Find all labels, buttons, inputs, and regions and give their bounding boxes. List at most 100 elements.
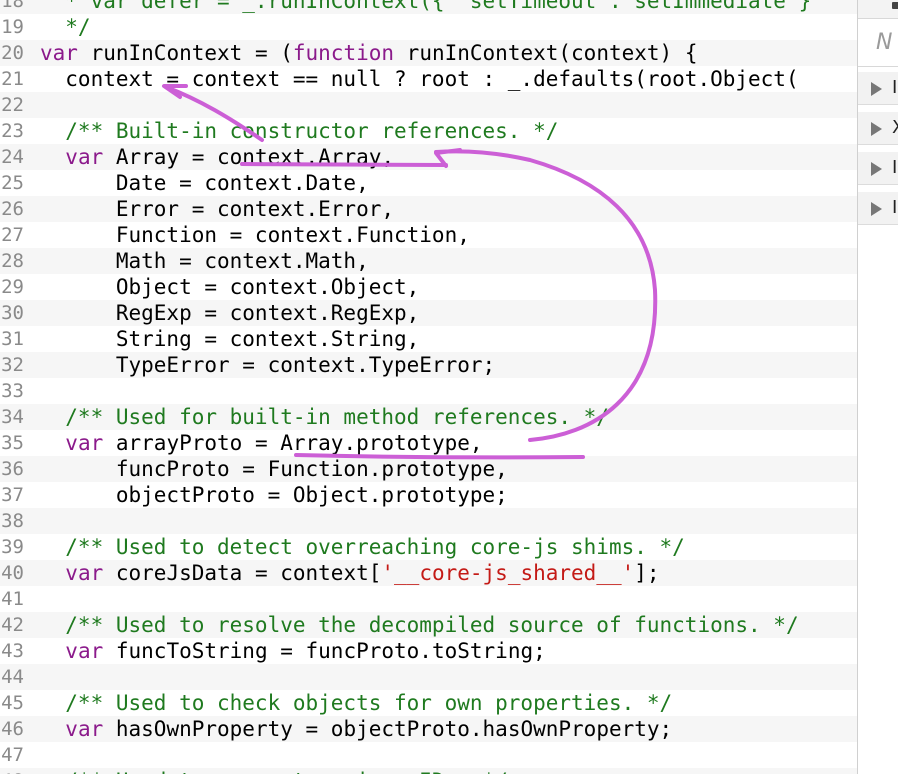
code-line[interactable]: 44 <box>0 664 857 690</box>
keyword-token: var <box>40 41 78 65</box>
code-line[interactable]: 34 /** Used for built-in method referenc… <box>0 404 857 430</box>
code-line[interactable]: 41 <box>0 586 857 612</box>
inspector-section-2[interactable]: X <box>858 112 898 145</box>
line-number: 20 <box>1 42 24 64</box>
code-lines: 18 * var defer = _.runInContext({ 'setTi… <box>0 0 857 774</box>
code-line[interactable]: 33 <box>0 378 857 404</box>
code-token: String = context.String, <box>40 327 420 351</box>
code-text: */ <box>40 14 90 40</box>
code-text: * var defer = _.runInContext({ 'setTimeo… <box>40 0 811 14</box>
code-text: Error = context.Error, <box>40 196 394 222</box>
code-line[interactable]: 28 Math = context.Math, <box>0 248 857 274</box>
code-text: /** Used for built-in method references.… <box>40 404 609 430</box>
line-number: 48 <box>0 768 24 774</box>
code-text: context = context == null ? root : _.def… <box>40 66 798 92</box>
code-text: Math = context.Math, <box>40 248 369 274</box>
code-token: runInContext(context) { <box>394 41 698 65</box>
code-text: /** Used to check objects for own proper… <box>40 690 672 716</box>
code-text: var funcToString = funcProto.toString; <box>40 638 545 664</box>
code-line[interactable]: 32 TypeError = context.TypeError; <box>0 352 857 378</box>
code-text: /** Used to generate unique IDs. */ <box>40 768 508 774</box>
code-text: var Array = context.Array, <box>40 144 394 170</box>
line-number: 33 <box>1 380 24 402</box>
code-text: Object = context.Object, <box>40 274 419 300</box>
keyword-token: var <box>65 639 104 663</box>
inspector-section-label: I <box>892 197 898 218</box>
code-line[interactable]: 27 Function = context.Function, <box>0 222 857 248</box>
code-line[interactable]: 29 Object = context.Object, <box>0 274 857 300</box>
code-line[interactable]: 30 RegExp = context.RegExp, <box>0 300 857 326</box>
code-line[interactable]: 36 funcProto = Function.prototype, <box>0 456 857 482</box>
code-line[interactable]: 45 /** Used to check objects for own pro… <box>0 690 857 716</box>
inspector-section-4[interactable]: I <box>858 192 898 225</box>
keyword-token: function <box>292 41 395 65</box>
keyword-token: var <box>65 561 104 585</box>
disclosure-triangle-icon[interactable] <box>871 162 882 176</box>
inspector-section-label: I <box>892 157 898 178</box>
line-number: 22 <box>1 94 24 116</box>
code-text: RegExp = context.RegExp, <box>40 300 419 326</box>
code-line[interactable]: 35 var arrayProto = Array.prototype, <box>0 430 857 456</box>
line-number: 44 <box>1 666 24 688</box>
code-text: var runInContext = (function runInContex… <box>40 40 697 66</box>
code-line[interactable]: 19 */ <box>0 14 857 40</box>
code-line[interactable]: 42 /** Used to resolve the decompiled so… <box>0 612 857 638</box>
disclosure-triangle-icon[interactable] <box>871 82 882 96</box>
code-line[interactable]: 26 Error = context.Error, <box>0 196 857 222</box>
code-line[interactable]: 38 <box>0 508 857 534</box>
line-number: 35 <box>1 432 24 454</box>
code-text: /** Built-in constructor references. */ <box>40 118 558 144</box>
code-token: hasOwnProperty = objectProto.hasOwnPrope… <box>103 717 673 741</box>
inspector-section-3[interactable]: I <box>858 152 898 185</box>
disclosure-triangle-icon[interactable] <box>871 202 882 216</box>
comment-token: /** Built-in constructor references. */ <box>40 119 559 143</box>
code-token: Function = context.Function, <box>40 223 470 247</box>
code-line[interactable]: 18 * var defer = _.runInContext({ 'setTi… <box>0 0 857 14</box>
line-number: 39 <box>1 536 24 558</box>
inspector-filter-input[interactable]: N <box>858 19 898 67</box>
code-text: Function = context.Function, <box>40 222 470 248</box>
code-line[interactable]: 40 var coreJsData = context['__core-js_s… <box>0 560 857 586</box>
toolbar-dot-icon[interactable] <box>892 2 898 9</box>
line-number: 34 <box>1 406 24 428</box>
code-line[interactable]: 23 /** Built-in constructor references. … <box>0 118 857 144</box>
code-line[interactable]: 31 String = context.String, <box>0 326 857 352</box>
code-line[interactable]: 43 var funcToString = funcProto.toString… <box>0 638 857 664</box>
code-text: /** Used to detect overreaching core-js … <box>40 534 685 560</box>
line-number: 26 <box>1 198 24 220</box>
line-number: 32 <box>1 354 24 376</box>
code-text: var coreJsData = context['__core-js_shar… <box>40 560 659 586</box>
inspector-section-1[interactable]: I <box>858 72 898 105</box>
code-text: TypeError = context.TypeError; <box>40 352 495 378</box>
keyword-token: var <box>65 145 104 169</box>
screenshot-root: 18 * var defer = _.runInContext({ 'setTi… <box>0 0 898 774</box>
line-number: 37 <box>1 484 24 506</box>
inspector-panel: N I X I I <box>857 0 898 774</box>
comment-token: * var defer = _.runInContext({ 'setTimeo… <box>40 0 812 13</box>
code-line[interactable]: 20 var runInContext = (function runInCont… <box>0 40 857 66</box>
code-line[interactable]: 21 context = context == null ? root : _.… <box>0 66 857 92</box>
code-line[interactable]: 25 Date = context.Date, <box>0 170 857 196</box>
code-text: String = context.String, <box>40 326 419 352</box>
line-number: 45 <box>1 692 24 714</box>
code-line[interactable]: 48 /** Used to generate unique IDs. */ <box>0 768 857 774</box>
line-number: 38 <box>1 510 24 532</box>
code-line[interactable]: 46 var hasOwnProperty = objectProto.hasO… <box>0 716 857 742</box>
line-number: 31 <box>1 328 24 350</box>
code-editor[interactable]: 18 * var defer = _.runInContext({ 'setTi… <box>0 0 857 774</box>
line-number: 28 <box>1 250 24 272</box>
disclosure-triangle-icon[interactable] <box>871 122 882 136</box>
comment-token: /** Used to detect overreaching core-js … <box>40 535 685 559</box>
code-text: objectProto = Object.prototype; <box>40 482 508 508</box>
line-number: 46 <box>1 718 24 740</box>
line-number: 24 <box>1 146 24 168</box>
code-line[interactable]: 47 <box>0 742 857 768</box>
code-line[interactable]: 37 objectProto = Object.prototype; <box>0 482 857 508</box>
code-line[interactable]: 24 var Array = context.Array, <box>0 144 857 170</box>
code-line[interactable]: 39 /** Used to detect overreaching core-… <box>0 534 857 560</box>
code-line[interactable]: 22 <box>0 92 857 118</box>
inspector-section-label: X <box>892 112 898 144</box>
